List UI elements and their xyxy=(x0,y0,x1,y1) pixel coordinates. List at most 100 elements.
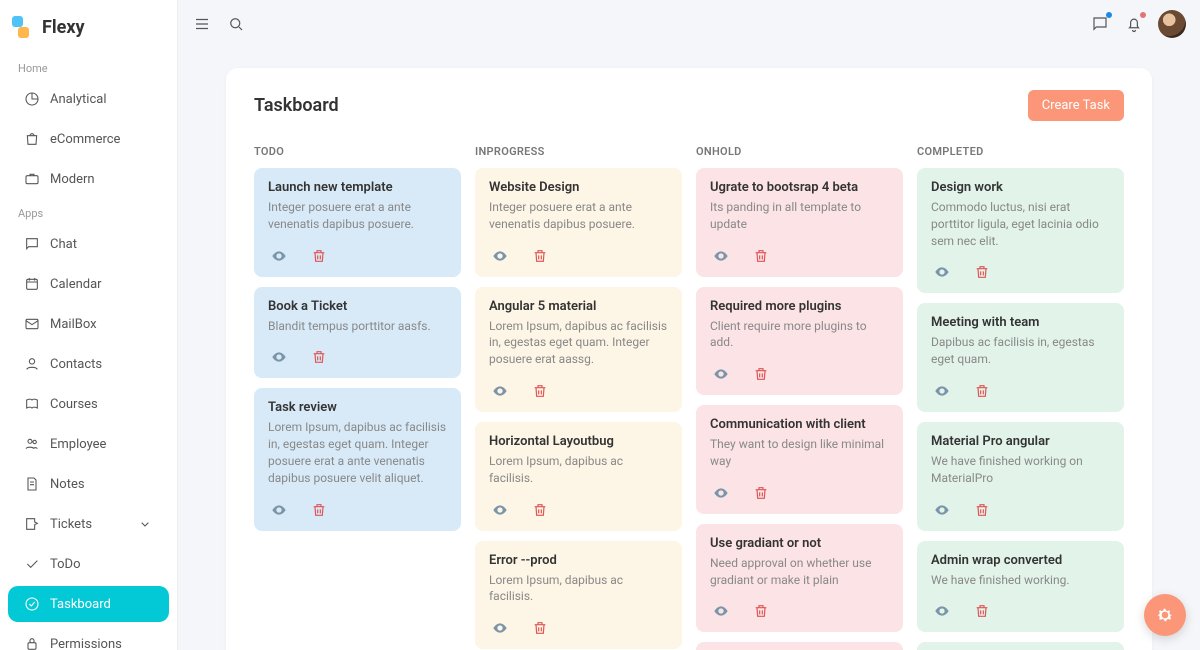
task-actions xyxy=(268,342,447,368)
sidebar-item-chat[interactable]: Chat xyxy=(8,226,169,262)
task-title: Error --prod xyxy=(489,553,668,568)
task-title: Design work xyxy=(931,180,1110,195)
task-card[interactable]: Meeting with teamDapibus ac facilisis in… xyxy=(917,303,1124,412)
view-icon[interactable] xyxy=(489,380,511,402)
sidebar-item-tickets[interactable]: Tickets xyxy=(8,506,169,542)
task-title: Ugrate to bootsrap 4 beta xyxy=(710,180,889,195)
task-actions xyxy=(268,241,447,267)
sidebar-item-calendar[interactable]: Calendar xyxy=(8,266,169,302)
view-icon[interactable] xyxy=(268,245,290,267)
sidebar-item-permissions[interactable]: Permissions xyxy=(8,626,169,650)
delete-icon[interactable] xyxy=(971,499,993,521)
task-title: Angular 5 material xyxy=(489,299,668,314)
avatar[interactable] xyxy=(1158,10,1186,38)
delete-icon[interactable] xyxy=(750,482,772,504)
task-actions xyxy=(710,596,889,622)
view-icon[interactable] xyxy=(710,245,732,267)
sidebar-item-taskboard[interactable]: Taskboard xyxy=(8,586,169,622)
view-icon[interactable] xyxy=(931,261,953,283)
sidebar-item-label: Permissions xyxy=(50,637,122,650)
view-icon[interactable] xyxy=(931,600,953,622)
main: Taskboard Creare Task TODO Launch new te… xyxy=(178,0,1200,650)
view-icon[interactable] xyxy=(489,617,511,639)
view-icon[interactable] xyxy=(710,600,732,622)
delete-icon[interactable] xyxy=(529,499,551,521)
view-icon[interactable] xyxy=(268,499,290,521)
delete-icon[interactable] xyxy=(750,245,772,267)
sidebar-item-courses[interactable]: Courses xyxy=(8,386,169,422)
task-card[interactable]: Required more pluginsClient require more… xyxy=(696,287,903,396)
check-icon xyxy=(24,556,40,572)
task-card[interactable]: Error --prodLorem Ipsum, dapibus ac faci… xyxy=(475,541,682,650)
task-card[interactable]: Ugrate to bootsrap 4 beta Its panding in … xyxy=(696,168,903,277)
task-card[interactable]: Use gradiant or notNeed approval on whet… xyxy=(696,524,903,633)
task-title: Book a Ticket xyxy=(268,299,447,314)
sidebar-item-notes[interactable]: Notes xyxy=(8,466,169,502)
view-icon[interactable] xyxy=(489,499,511,521)
task-card[interactable]: Material Pro angularWe have finished wor… xyxy=(917,422,1124,531)
view-icon[interactable] xyxy=(931,380,953,402)
brand-name: Flexy xyxy=(42,17,85,38)
sidebar-item-analytical[interactable]: Analytical xyxy=(8,81,169,117)
task-card[interactable]: Design workCommodo luctus, nisi erat por… xyxy=(917,168,1124,293)
section-home: Home xyxy=(0,54,177,79)
view-icon[interactable] xyxy=(489,245,511,267)
delete-icon[interactable] xyxy=(971,380,993,402)
view-icon[interactable] xyxy=(931,499,953,521)
brand-logo[interactable]: Flexy xyxy=(0,0,177,54)
column-title: TODO xyxy=(254,145,461,158)
task-card[interactable]: Book a TicketBlandit tempus porttitor aa… xyxy=(254,287,461,379)
delete-icon[interactable] xyxy=(529,617,551,639)
task-card[interactable]: Communication with clientThey want to de… xyxy=(696,405,903,514)
task-card[interactable]: Admin wrap convertedWe have finished wor… xyxy=(917,541,1124,633)
task-card[interactable]: Launch new template Integer posuere erat … xyxy=(254,168,461,277)
lock-icon xyxy=(24,636,40,650)
messages-icon[interactable] xyxy=(1090,14,1110,34)
notifications-icon[interactable] xyxy=(1124,14,1144,34)
sidebar-item-mailbox[interactable]: MailBox xyxy=(8,306,169,342)
task-desc: Lorem Ipsum, dapibus ac facilisis. xyxy=(489,453,668,487)
view-icon[interactable] xyxy=(710,363,732,385)
task-title: Horizontal Layoutbug xyxy=(489,434,668,449)
column-onhold: ONHOLD Ugrate to bootsrap 4 betaIts pand… xyxy=(696,145,903,650)
task-card[interactable]: Give review on the productCommodo luctus… xyxy=(696,642,903,650)
sidebar-item-label: Modern xyxy=(50,172,95,187)
delete-icon[interactable] xyxy=(971,261,993,283)
task-card[interactable]: Learning Angular 5Task is now completed … xyxy=(917,642,1124,650)
briefcase-icon xyxy=(24,171,40,187)
delete-icon[interactable] xyxy=(971,600,993,622)
settings-fab[interactable] xyxy=(1144,594,1186,636)
task-desc: Integer posuere erat a ante venenatis da… xyxy=(268,199,447,233)
menu-toggle-icon[interactable] xyxy=(192,14,212,34)
view-icon[interactable] xyxy=(268,346,290,368)
task-actions xyxy=(710,241,889,267)
task-card[interactable]: Angular 5 materialLorem Ipsum, dapibus a… xyxy=(475,287,682,412)
task-desc: Its panding in all template to update xyxy=(710,199,889,233)
delete-icon[interactable] xyxy=(308,245,330,267)
task-card[interactable]: Task reviewLorem Ipsum, dapibus ac facil… xyxy=(254,388,461,530)
sidebar-item-ecommerce[interactable]: eCommerce xyxy=(8,121,169,157)
task-actions xyxy=(931,596,1110,622)
delete-icon[interactable] xyxy=(529,380,551,402)
sidebar-item-contacts[interactable]: Contacts xyxy=(8,346,169,382)
search-icon[interactable] xyxy=(226,14,246,34)
delete-icon[interactable] xyxy=(308,499,330,521)
sidebar-item-todo[interactable]: ToDo xyxy=(8,546,169,582)
sidebar-item-modern[interactable]: Modern xyxy=(8,161,169,197)
delete-icon[interactable] xyxy=(529,245,551,267)
column-inprogress: INPROGRESS Website DesignInteger posuere… xyxy=(475,145,682,650)
create-task-button[interactable]: Creare Task xyxy=(1028,90,1124,121)
bag-icon xyxy=(24,131,40,147)
sidebar-item-label: Calendar xyxy=(50,277,102,292)
task-card[interactable]: Horizontal Layoutbug Lorem Ipsum, dapibus… xyxy=(475,422,682,531)
task-title: Launch new template xyxy=(268,180,447,195)
ticket-icon xyxy=(24,516,40,532)
task-card[interactable]: Website DesignInteger posuere erat a ant… xyxy=(475,168,682,277)
sidebar-item-employee[interactable]: Employee xyxy=(8,426,169,462)
delete-icon[interactable] xyxy=(750,363,772,385)
task-title: Required more plugins xyxy=(710,299,889,314)
delete-icon[interactable] xyxy=(750,600,772,622)
delete-icon[interactable] xyxy=(308,346,330,368)
view-icon[interactable] xyxy=(710,482,732,504)
column-title: INPROGRESS xyxy=(475,145,682,158)
